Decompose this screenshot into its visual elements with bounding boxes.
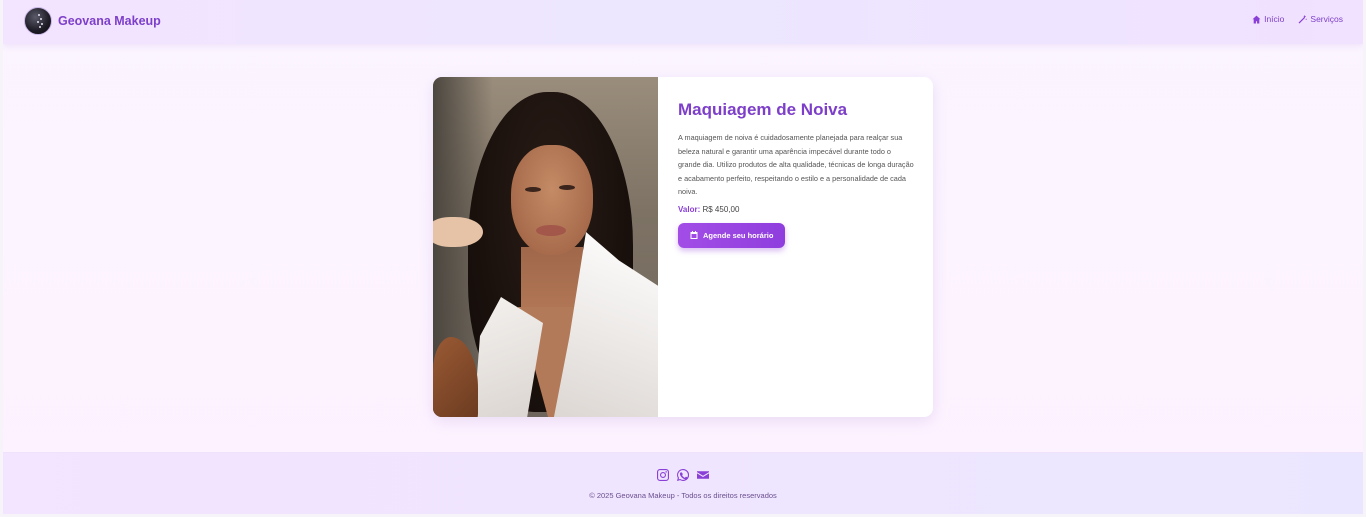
book-appointment-button[interactable]: Agende seu horário [678,222,786,248]
brand-logo [24,7,52,35]
price-label: Valor: [678,204,701,214]
nav-label: Serviços [1310,14,1343,24]
service-description: A maquiagem de noiva é cuidadosamente pl… [678,133,914,197]
price-value: R$ 450,00 [702,204,740,214]
whatsapp-icon[interactable] [677,468,690,481]
service-card: Maquiagem de Noiva A maquiagem de noiva … [433,77,933,417]
service-price: Valor: R$ 450,00 [678,205,914,214]
service-title: Maquiagem de Noiva [678,100,848,119]
brand-name: Geovana Makeup [58,14,161,28]
main-nav: Início Serviços [1252,14,1343,24]
instagram-icon[interactable] [657,468,669,481]
book-appointment-label: Agende seu horário [703,230,774,240]
nav-link-servicos[interactable]: Serviços [1298,14,1343,24]
envelope-icon[interactable] [697,468,709,480]
home-icon [1252,15,1261,23]
calendar-icon [690,231,698,240]
copyright-text: © 2025 Geovana Makeup - Todos os direito… [589,491,777,500]
social-links [657,468,709,481]
service-details: Maquiagem de Noiva A maquiagem de noiva … [678,100,914,248]
nav-link-inicio[interactable]: Início [1252,14,1284,24]
site-header: Geovana Makeup Início Serviços [3,0,1363,44]
bride-portrait-image [433,77,658,417]
brand[interactable]: Geovana Makeup [24,7,161,35]
magic-wand-icon [1298,14,1308,23]
nav-label: Início [1264,14,1285,24]
site-footer: © 2025 Geovana Makeup - Todos os direito… [3,452,1363,514]
page: Geovana Makeup Início Serviços Maquiagem… [3,0,1363,514]
